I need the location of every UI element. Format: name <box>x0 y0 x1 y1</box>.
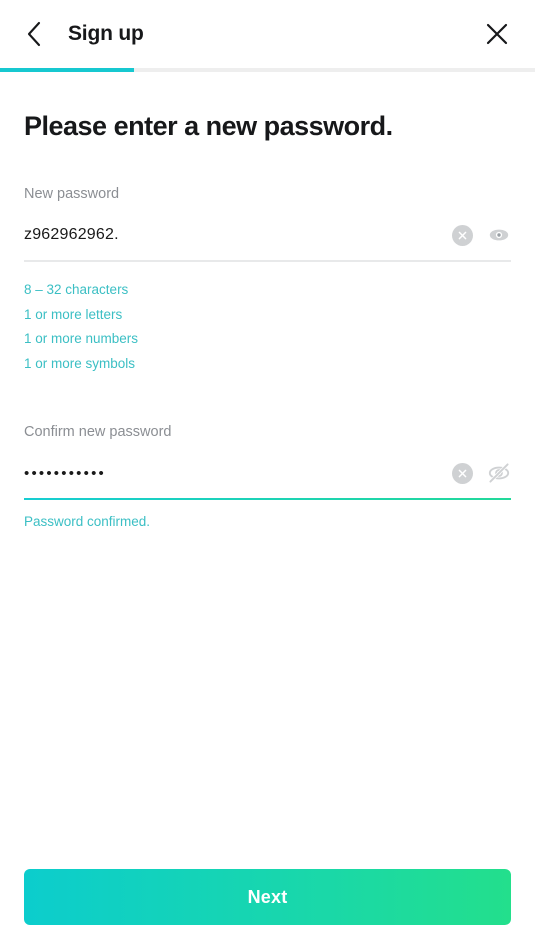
close-button[interactable] <box>477 14 517 54</box>
next-button[interactable]: Next <box>24 869 511 925</box>
eye-icon <box>489 229 509 241</box>
password-rule: 1 or more letters <box>24 306 123 322</box>
confirm-password-clear-button[interactable] <box>452 462 473 484</box>
confirm-password-input[interactable]: ••••••••••• <box>24 465 442 482</box>
password-rules-list: 8 – 32 characters 1 or more letters 1 or… <box>24 278 511 376</box>
password-rule: 1 or more numbers <box>24 331 139 347</box>
new-password-underline <box>24 260 511 263</box>
main-content: Please enter a new password. New passwor… <box>0 110 535 529</box>
close-icon <box>486 23 508 45</box>
password-rule: 8 – 32 characters <box>24 282 129 298</box>
back-button[interactable] <box>14 14 54 54</box>
app-header: Sign up <box>0 0 535 68</box>
progress-fill <box>0 68 134 72</box>
clear-circle-icon <box>458 469 467 478</box>
confirm-password-visibility-toggle[interactable] <box>487 461 511 485</box>
new-password-label: New password <box>24 186 120 203</box>
password-rule: 1 or more symbols <box>24 355 136 371</box>
chevron-left-icon <box>27 21 41 47</box>
confirm-password-underline <box>24 498 511 501</box>
new-password-input[interactable]: z962962962. <box>24 226 442 244</box>
confirm-password-label: Confirm new password <box>24 424 172 441</box>
signup-progress-bar <box>0 68 535 72</box>
confirm-password-group: Confirm new password ••••••••••• Passwor… <box>24 424 511 529</box>
new-password-icons <box>452 223 511 247</box>
new-password-group: New password z962962962. 8 – 32 characte… <box>24 186 511 376</box>
new-password-visibility-toggle[interactable] <box>487 223 511 247</box>
new-password-row: z962962962. <box>24 222 511 250</box>
confirm-password-row: ••••••••••• <box>24 460 511 488</box>
page-heading: Please enter a new password. <box>24 111 393 141</box>
confirm-password-message: Password confirmed. <box>24 514 151 530</box>
footer: Next <box>0 869 535 951</box>
clear-circle-icon <box>458 231 467 240</box>
confirm-password-icons <box>452 461 511 485</box>
eye-off-icon <box>488 463 510 484</box>
page-title: Sign up <box>68 22 144 45</box>
new-password-clear-button[interactable] <box>452 224 473 246</box>
